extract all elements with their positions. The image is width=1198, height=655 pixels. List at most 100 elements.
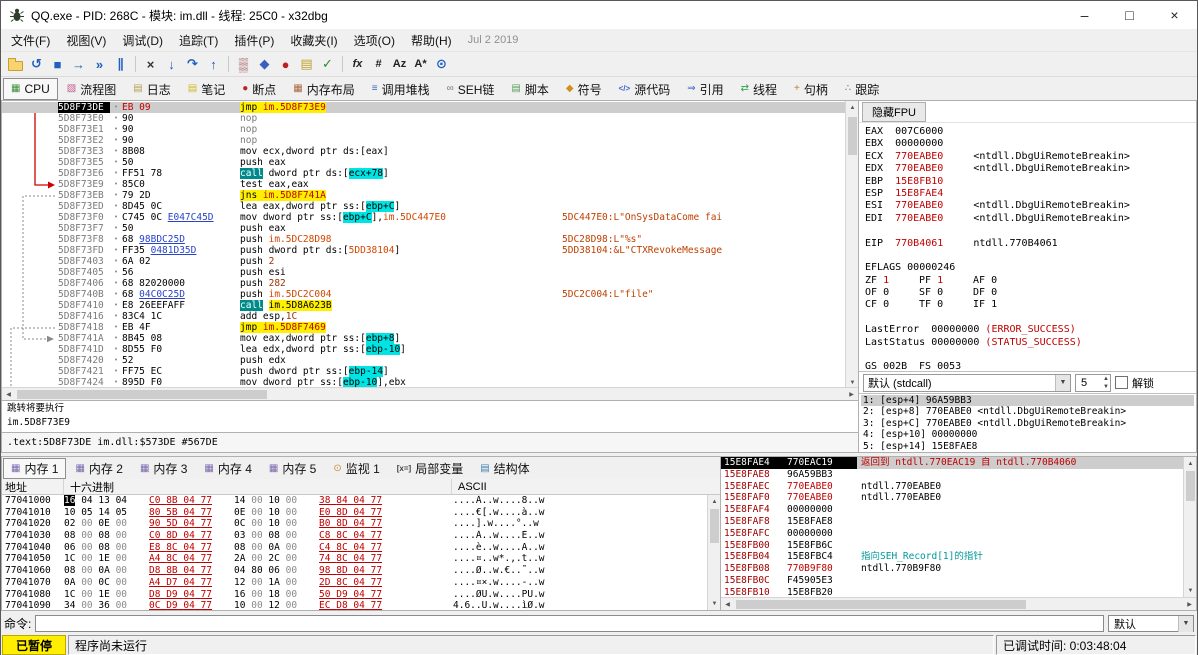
command-input[interactable]	[35, 615, 1104, 632]
disasm-row[interactable]: 5D8F73F7•50push eax	[2, 223, 845, 234]
step-out-icon[interactable]: ↑	[203, 54, 224, 74]
disasm-row[interactable]: 5D8F73E5•50push eax	[2, 157, 845, 168]
tab-script[interactable]: ▤脚本	[503, 78, 556, 100]
tab-locals[interactable]: [x=]局部变量	[389, 458, 471, 479]
tab-seh[interactable]: ∞SEH链	[439, 78, 503, 100]
argument-row[interactable]: 1: [esp+4] 96A59BB3	[861, 395, 1194, 406]
dump-vscrollbar[interactable]: ▲ ▼	[707, 495, 720, 610]
stack-row[interactable]: 15E8FB0015E8FB6C	[721, 540, 1183, 552]
tab-call-stack[interactable]: ≡调用堆栈	[364, 78, 438, 100]
disasm-row[interactable]: 5D8F73F8•68 98BDC25Dpush im.5DC28D985DC2…	[2, 234, 845, 245]
tab-mem5[interactable]: ▦内存 5	[261, 458, 324, 479]
call-arguments-list[interactable]: 1: [esp+4] 96A59BB32: [esp+8] 770EABE0 <…	[859, 393, 1196, 452]
step-into-icon[interactable]: ↓	[161, 54, 182, 74]
scroll-right-icon[interactable]: ▶	[845, 388, 858, 401]
disasm-row[interactable]: 5D8F73E0•90nop	[2, 113, 845, 124]
stack-row[interactable]: 15E8FB0415E8FBC4指向SEH_Record[1]的指针	[721, 551, 1183, 563]
restart-icon[interactable]: ↺	[26, 54, 47, 74]
stack-row[interactable]: 15E8FB08770B9F80ntdll.770B9F80	[721, 563, 1183, 575]
disasm-row[interactable]: 5D8F740B•68 04C0C25Dpush im.5DC2C0045DC2…	[2, 289, 845, 300]
stack-row[interactable]: 15E8FAEC770EABE0ntdll.770EABE0	[721, 481, 1183, 493]
disasm-row[interactable]: 5D8F73FD•FF35 0481D35Dpush dword ptr ds:…	[2, 245, 845, 256]
tab-mem1[interactable]: ▦内存 1	[3, 458, 66, 479]
menu-plugins[interactable]: 插件(P)	[226, 30, 282, 51]
disasm-row[interactable]: 5D8F73EB•79 2Djns im.5D8F741A	[2, 190, 845, 201]
scroll-thumb[interactable]	[848, 117, 857, 155]
menu-view[interactable]: 视图(V)	[58, 30, 114, 51]
disasm-row[interactable]: 5D8F7405•56push esi	[2, 267, 845, 278]
disassembly-vscrollbar[interactable]: ▲ ▼	[845, 101, 858, 387]
stack-row[interactable]: 15E8FAF400000000	[721, 504, 1183, 516]
disasm-row[interactable]: 5D8F73DE•EB 09jmp im.5D8F73E9	[2, 102, 845, 113]
argument-row[interactable]: 5: [esp+14] 15E8FAE8	[861, 441, 1194, 452]
registers-body[interactable]: EAX 007C6000EBX 00000000ECX 770EABE0 <nt…	[859, 123, 1196, 371]
argument-row[interactable]: 3: [esp+C] 770EABE0 <ntdll.DbgUiRemoteBr…	[861, 418, 1194, 429]
disasm-row[interactable]: 5D8F73ED•8D45 0Clea eax,dword ptr ss:[eb…	[2, 201, 845, 212]
disasm-row[interactable]: 5D8F73E2•90nop	[2, 135, 845, 146]
disasm-row[interactable]: 5D8F73E1•90nop	[2, 124, 845, 135]
step-over-icon[interactable]: ↷	[182, 54, 203, 74]
unlock-checkbox[interactable]	[1115, 376, 1128, 389]
argument-row[interactable]: 4: [esp+10] 00000000	[861, 429, 1194, 440]
tab-mem3[interactable]: ▦内存 3	[132, 458, 195, 479]
dump-row[interactable]: 7704101010 05 14 0580 5B 04 770E 00 10 0…	[5, 507, 707, 519]
dump-row[interactable]: 7704106008 00 0A 00D8 8B 04 7704 80 06 0…	[5, 565, 707, 577]
dump-row[interactable]: 7704102002 00 0E 0090 5D 04 770C 00 10 0…	[5, 518, 707, 530]
tab-handles[interactable]: +句柄	[786, 78, 836, 100]
disasm-row[interactable]: 5D8F741A•8B45 08mov eax,dword ptr ss:[eb…	[2, 333, 845, 344]
disasm-row[interactable]: 5D8F73E3•8B08mov ecx,dword ptr ds:[eax]	[2, 146, 845, 157]
argument-count-stepper[interactable]: 5 ▲▼	[1075, 374, 1111, 392]
scroll-thumb[interactable]	[736, 600, 1026, 609]
run-alt-icon[interactable]: »	[89, 54, 110, 74]
tab-references[interactable]: ⇒引用	[679, 78, 731, 100]
disasm-row[interactable]: 5D8F7418•EB 4Fjmp im.5D8F7469	[2, 322, 845, 333]
stack-row[interactable]: 15E8FAE4770EAC19返回到 ntdll.770EAC19 自 ntd…	[721, 457, 1183, 469]
scroll-right-icon[interactable]: ▶	[1183, 598, 1196, 611]
dump-row[interactable]: 7704100016 04 13 04C0 8B 04 7714 00 10 0…	[5, 495, 707, 507]
a-star-icon[interactable]: A*	[410, 54, 431, 74]
hide-fpu-button[interactable]: 隐藏FPU	[862, 102, 926, 122]
tab-notes[interactable]: ▤笔记	[180, 78, 233, 100]
stack-vscrollbar[interactable]: ▲ ▼	[1183, 457, 1196, 597]
command-profile-select[interactable]: 默认 ▼	[1108, 615, 1194, 632]
notes-icon[interactable]: ▤	[296, 54, 317, 74]
disasm-row[interactable]: 5D8F7424•895D F0mov dword ptr ss:[ebp-10…	[2, 377, 845, 387]
dump-row[interactable]: 7704109034 00 36 000C D9 04 7710 00 12 0…	[5, 600, 707, 610]
menu-help[interactable]: 帮助(H)	[403, 30, 460, 51]
menu-trace[interactable]: 追踪(T)	[171, 30, 226, 51]
az-icon[interactable]: Az	[389, 54, 410, 74]
disasm-row[interactable]: 5D8F7410•E8 26EEFAFFcall im.5D8A623B	[2, 300, 845, 311]
scroll-thumb[interactable]	[17, 390, 267, 399]
stack-row[interactable]: 15E8FB1015E8FB20	[721, 587, 1183, 597]
tab-mem2[interactable]: ▦内存 2	[67, 458, 130, 479]
tab-memory-map[interactable]: ▦内存布局	[285, 78, 362, 100]
disasm-row[interactable]: 5D8F7416•83C4 1Cadd esp,1C	[2, 311, 845, 322]
tab-source[interactable]: </>源代码	[611, 78, 679, 100]
open-file-icon[interactable]	[5, 54, 26, 74]
hash-icon[interactable]: #	[368, 54, 389, 74]
patches-icon[interactable]: ▒	[233, 54, 254, 74]
disasm-row[interactable]: 5D8F741D•8D55 F0lea edx,dword ptr ss:[eb…	[2, 344, 845, 355]
dump-row[interactable]: 770410501C 00 1E 00A4 8C 04 772A 00 2C 0…	[5, 553, 707, 565]
tab-trace[interactable]: ∴跟踪	[837, 78, 887, 100]
stack-row[interactable]: 15E8FAFC00000000	[721, 528, 1183, 540]
dump-row[interactable]: 770410700A 00 0C 00A4 D7 04 7712 00 1A 0…	[5, 577, 707, 589]
disassembly-view[interactable]: 5D8F73DE•EB 09jmp im.5D8F73E95D8F73E0•90…	[2, 101, 845, 387]
dump-rows[interactable]: 7704100016 04 13 04C0 8B 04 7714 00 10 0…	[2, 495, 707, 610]
stack-row[interactable]: 15E8FB0CF45905E3	[721, 575, 1183, 587]
check-icon[interactable]: ✓	[317, 54, 338, 74]
fx-icon[interactable]: fx	[347, 54, 368, 74]
dump-row[interactable]: 770410801C 00 1E 00D8 D9 04 7716 00 18 0…	[5, 589, 707, 601]
tab-breakpoints[interactable]: ●断点	[234, 78, 284, 100]
argument-row[interactable]: 2: [esp+8] 770EABE0 <ntdll.DbgUiRemoteBr…	[861, 406, 1194, 417]
dump-row[interactable]: 7704103008 00 08 00C0 8D 04 7703 00 08 0…	[5, 530, 707, 542]
breakpoints-icon[interactable]: ●	[275, 54, 296, 74]
tab-threads[interactable]: ⇄线程	[733, 78, 785, 100]
scroll-up-icon[interactable]: ▲	[846, 101, 858, 114]
scroll-thumb[interactable]	[710, 509, 719, 543]
disasm-row[interactable]: 5D8F7421•FF75 ECpush dword ptr ss:[ebp-1…	[2, 366, 845, 377]
search-icon[interactable]: ⊙	[431, 54, 452, 74]
scroll-up-icon[interactable]: ▲	[1184, 457, 1196, 470]
tab-watch1[interactable]: ⊙监视 1	[325, 458, 387, 479]
scroll-up-icon[interactable]: ▲	[708, 495, 720, 508]
